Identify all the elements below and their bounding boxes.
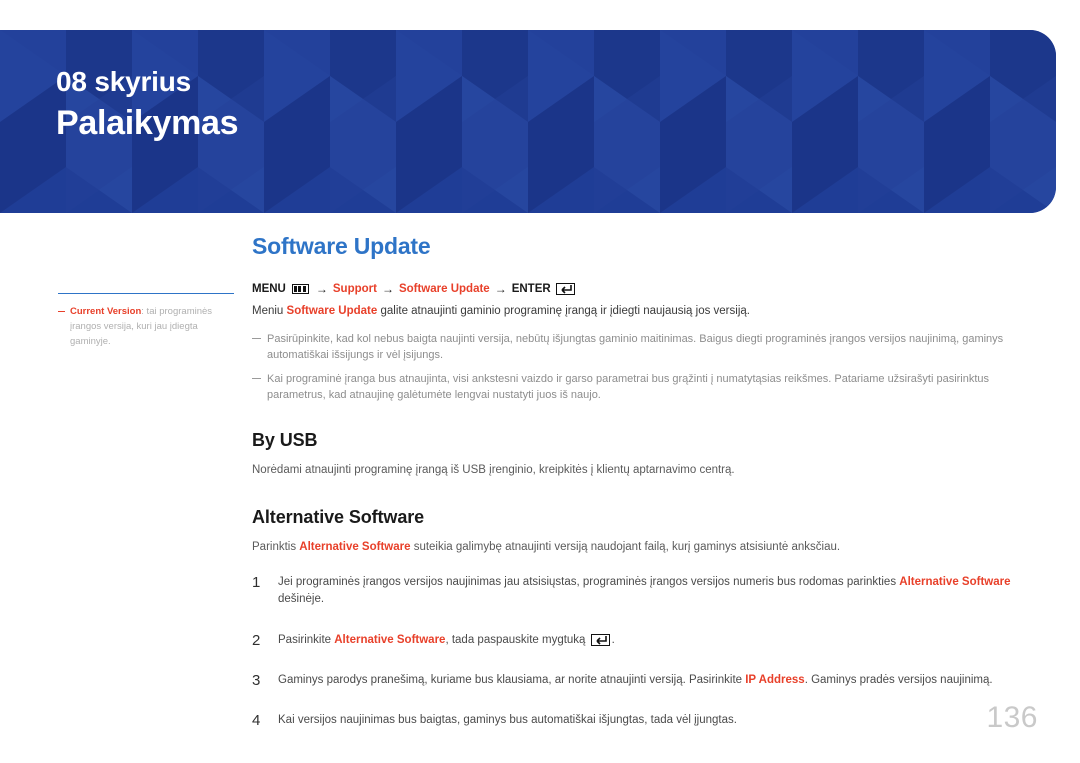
alternative-software-paragraph: Parinktis Alternative Software suteikia …: [252, 539, 1042, 556]
step-number: 2: [252, 631, 261, 649]
list-item: 3 Gaminys parodys pranešimą, kuriame bus…: [252, 672, 1042, 689]
arrow-right-icon-2: →: [381, 282, 394, 296]
chapter-kicker: 08 skyrius: [56, 66, 191, 97]
sidebar-note-column: Current Version: tai programinės įrangos…: [58, 213, 234, 350]
note-item: Pasirūpinkite, kad kol nebus baigta nauj…: [252, 331, 1042, 364]
step-text: Pasirinkite Alternative Software, tada p…: [278, 632, 1042, 649]
step-prefix: Gaminys parodys pranešimą, kuriame bus k…: [278, 673, 746, 686]
alt-intro-bold: Alternative Software: [299, 540, 411, 553]
step-suffix: . Gaminys pradės versijos naujinimą.: [804, 673, 993, 686]
intro-paragraph: Meniu Software Update galite atnaujinti …: [252, 303, 1042, 320]
list-item: 1 Jei programinės įrangos versijos nauji…: [252, 574, 1042, 609]
step-tail: .: [611, 633, 615, 646]
step-text: Gaminys parodys pranešimą, kuriame bus k…: [278, 672, 1042, 689]
chapter-banner: 08 skyrius Palaikymas: [0, 30, 1056, 213]
menu-bars-icon: [291, 284, 309, 294]
enter-return-icon: [555, 283, 575, 295]
sidebar-note-term: Current Version: [70, 306, 142, 317]
step-prefix: Jei programinės įrangos versijos naujini…: [278, 576, 900, 589]
section-heading-alternative-software: Alternative Software: [252, 506, 425, 527]
list-item: 2 Pasirinkite Alternative Software, tada…: [252, 632, 1042, 649]
step-suffix: , tada paspauskite mygtuką: [445, 633, 589, 646]
step-number: 4: [252, 712, 261, 730]
intro-bold-term: Software Update: [286, 305, 378, 317]
breadcrumb-software-update: Software Update: [398, 283, 490, 295]
step-text: Kai versijos naujinimas bus baigtas, gam…: [278, 712, 1042, 729]
main-column: Software Update MENU → Support → Softwar…: [252, 213, 1042, 752]
page-title: Software Update: [252, 233, 431, 259]
document-page: 08 skyrius Palaikymas Current Version: t…: [0, 0, 1080, 763]
menu-label: MENU: [252, 283, 286, 295]
step-number: 1: [252, 574, 261, 592]
step-bold: Alternative Software: [899, 576, 1011, 589]
steps-list: 1 Jei programinės įrangos versijos nauji…: [252, 574, 1042, 729]
step-text: Jei programinės įrangos versijos naujini…: [278, 574, 1042, 609]
alt-intro-prefix: Parinktis: [252, 540, 300, 553]
step-number: 3: [252, 671, 261, 689]
section-heading-by-usb: By USB: [252, 429, 318, 450]
chapter-title: Palaikymas: [56, 104, 239, 143]
menu-path-breadcrumb: MENU → Support → Software Update → ENTER: [252, 282, 1042, 296]
enter-label: ENTER: [511, 283, 551, 295]
enter-return-icon: [590, 633, 610, 646]
arrow-right-icon-1: →: [315, 282, 328, 296]
step-bold: Alternative Software: [334, 633, 446, 646]
by-usb-paragraph: Norėdami atnaujinti programinę įrangą iš…: [252, 463, 735, 476]
step-prefix: Pasirinkite: [278, 633, 335, 646]
alt-intro-suffix: suteikia galimybę atnaujinti versiją nau…: [410, 540, 841, 553]
list-item: 4 Kai versijos naujinimas bus baigtas, g…: [252, 712, 1042, 729]
breadcrumb-support: Support: [332, 283, 377, 295]
step-bold: IP Address: [745, 673, 805, 686]
intro-prefix: Meniu: [252, 305, 287, 317]
intro-suffix: galite atnaujinti gaminio programinę įra…: [377, 305, 750, 317]
page-number: 136: [986, 701, 1038, 734]
arrow-right-icon-3: →: [494, 282, 507, 296]
banner-text-block: 08 skyrius Palaikymas: [56, 66, 239, 144]
step-prefix: Kai versijos naujinimas bus baigtas, gam…: [278, 714, 737, 727]
sidebar-note: Current Version: tai programinės įrangos…: [58, 304, 234, 350]
sidebar-divider: [58, 293, 234, 294]
step-suffix: dešinėje.: [278, 593, 325, 606]
note-list: Pasirūpinkite, kad kol nebus baigta nauj…: [252, 331, 1042, 404]
note-item: Kai programinė įranga bus atnaujinta, vi…: [252, 371, 1042, 404]
